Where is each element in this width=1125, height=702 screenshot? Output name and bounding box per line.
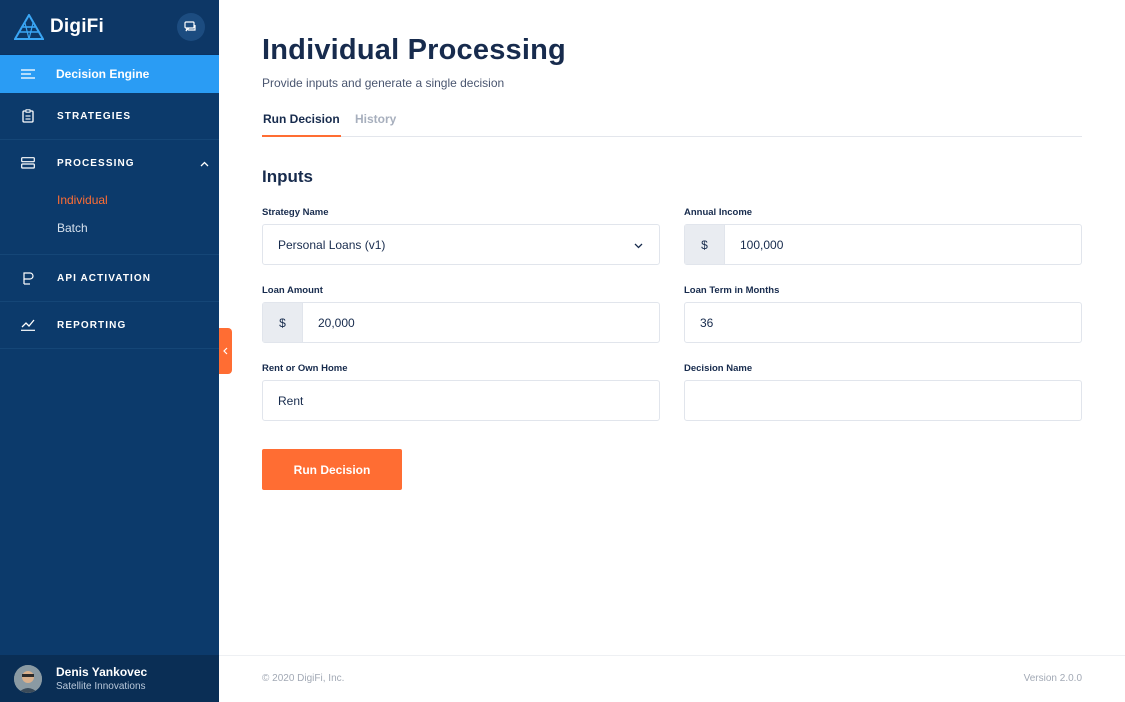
chevron-down-icon bbox=[634, 238, 643, 252]
stack-icon bbox=[20, 155, 36, 171]
nav-strategies[interactable]: STRATEGIES bbox=[0, 93, 219, 140]
menu-lines-icon bbox=[20, 66, 36, 82]
currency-prefix: $ bbox=[263, 303, 303, 342]
loan-amount-value: 20,000 bbox=[318, 315, 355, 330]
strategy-name-label: Strategy Name bbox=[262, 207, 329, 218]
digifi-logo-icon bbox=[14, 14, 44, 40]
nav-processing-group: PROCESSING Individual Batch bbox=[0, 140, 219, 255]
tab-run-decision[interactable]: Run Decision bbox=[262, 112, 341, 137]
version-text: Version 2.0.0 bbox=[1023, 673, 1082, 684]
brand-name: DigiFi bbox=[50, 16, 104, 37]
loan-term-value: 36 bbox=[700, 315, 714, 330]
strategy-name-value: Personal Loans (v1) bbox=[278, 237, 386, 252]
chevron-up-icon[interactable] bbox=[200, 154, 209, 172]
nav-decision-engine-label: Decision Engine bbox=[56, 67, 150, 81]
decision-name-field[interactable] bbox=[684, 380, 1082, 421]
loan-amount-label: Loan Amount bbox=[262, 285, 323, 296]
rent-or-own-field[interactable]: Rent bbox=[262, 380, 660, 421]
page-title: Individual Processing bbox=[262, 34, 566, 66]
nav-processing-individual[interactable]: Individual bbox=[0, 186, 219, 214]
tab-bar: Run Decision History bbox=[262, 112, 1082, 137]
loan-term-label: Loan Term in Months bbox=[684, 285, 780, 296]
nav-decision-engine[interactable]: Decision Engine bbox=[0, 55, 219, 93]
currency-prefix: $ bbox=[685, 225, 725, 264]
rent-or-own-value: Rent bbox=[278, 393, 304, 408]
nav-reporting[interactable]: REPORTING bbox=[0, 302, 219, 349]
run-decision-button[interactable]: Run Decision bbox=[262, 449, 402, 490]
section-title-inputs: Inputs bbox=[262, 167, 313, 186]
user-organization: Satellite Innovations bbox=[56, 681, 146, 692]
chat-button[interactable] bbox=[177, 13, 205, 41]
footer: © 2020 DigiFi, Inc. Version 2.0.0 bbox=[219, 655, 1125, 702]
page-subtitle: Provide inputs and generate a single dec… bbox=[262, 76, 505, 90]
strategy-name-select[interactable]: Personal Loans (v1) bbox=[262, 224, 660, 265]
tab-history[interactable]: History bbox=[355, 112, 396, 137]
nav-processing-batch[interactable]: Batch bbox=[0, 214, 219, 242]
clipboard-icon bbox=[20, 108, 36, 124]
user-name: Denis Yankovec bbox=[56, 665, 148, 679]
annual-income-label: Annual Income bbox=[684, 207, 753, 218]
chat-icon bbox=[184, 21, 196, 32]
user-profile[interactable]: Denis Yankovec Satellite Innovations bbox=[0, 655, 219, 702]
copyright-text: © 2020 DigiFi, Inc. bbox=[262, 673, 345, 684]
loan-amount-field[interactable]: $ 20,000 bbox=[262, 302, 660, 343]
api-plug-icon bbox=[20, 270, 36, 286]
nav-reporting-label: REPORTING bbox=[57, 319, 127, 331]
avatar bbox=[14, 664, 42, 693]
nav-processing-label: PROCESSING bbox=[57, 157, 135, 169]
annual-income-value: 100,000 bbox=[740, 237, 784, 252]
nav-processing[interactable]: PROCESSING bbox=[0, 140, 219, 186]
loan-term-field[interactable]: 36 bbox=[684, 302, 1082, 343]
user-info: Denis Yankovec Satellite Innovations bbox=[56, 665, 147, 692]
annual-income-field[interactable]: $ 100,000 bbox=[684, 224, 1082, 265]
nav-api-activation-label: API ACTIVATION bbox=[57, 272, 152, 284]
nav-strategies-label: STRATEGIES bbox=[57, 110, 132, 122]
brand-header: DigiFi bbox=[0, 0, 219, 55]
main-content: Individual Processing Provide inputs and… bbox=[219, 0, 1125, 702]
nav-api-activation[interactable]: API ACTIVATION bbox=[0, 255, 219, 302]
rent-or-own-label: Rent or Own Home bbox=[262, 363, 348, 374]
decision-name-label: Decision Name bbox=[684, 363, 753, 374]
sidebar: DigiFi Decision Engine STRATEGIES PROCES… bbox=[0, 0, 219, 702]
trend-chart-icon bbox=[20, 317, 36, 333]
